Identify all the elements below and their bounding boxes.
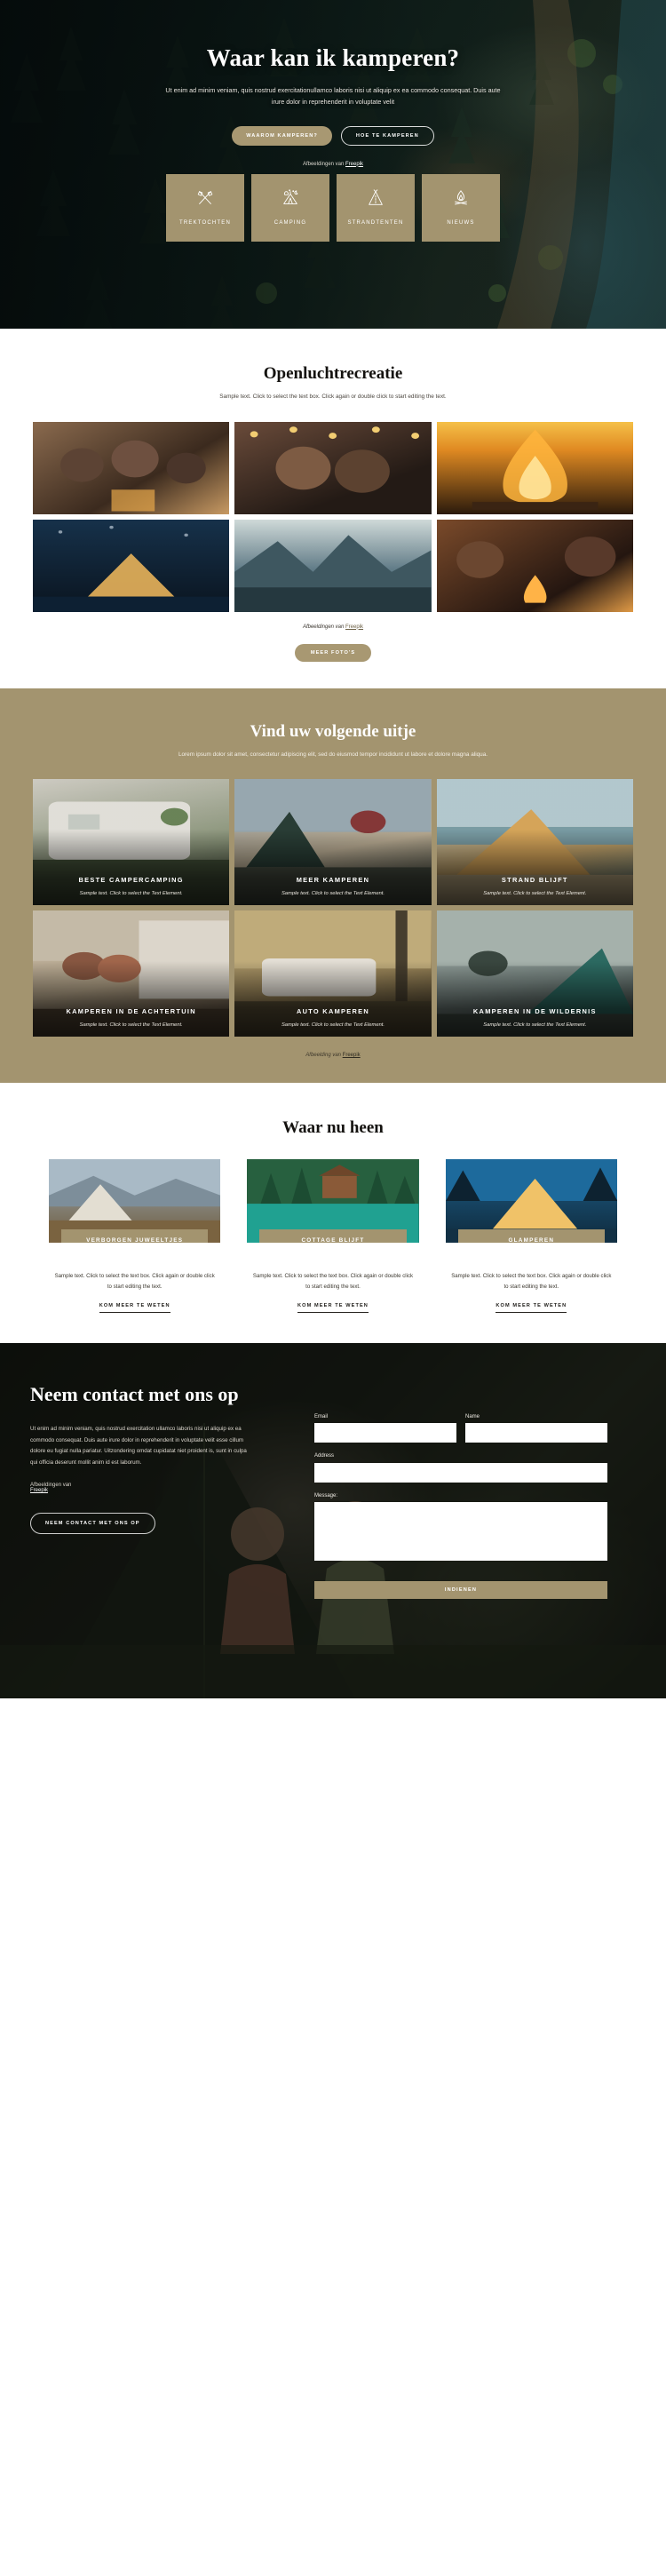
campfire-icon (451, 188, 471, 212)
where-card-grid: VERBORGEN JUWEELTJES Websites in opkomst… (49, 1159, 617, 1313)
trip-card-desc: Sample text. Click to select the Text El… (281, 1022, 385, 1029)
where-card-text: Sample text. Click to select the text bo… (54, 1273, 215, 1290)
trip-card-title: MEER KAMPEREN (296, 875, 370, 884)
where-card-link[interactable]: KOM MEER TE WETEN (99, 1303, 170, 1313)
hero-title: Waar kan ik kamperen? (206, 44, 460, 71)
category-nav: TREKTOCHTEN CAMPING STRANDTENTEN NIEUWS (0, 174, 666, 242)
where-to-go-section: Waar nu heen VERBORGEN JUWEELTJES Websit… (0, 1083, 666, 1343)
trip-card-title: STRAND BLIJFT (501, 875, 568, 884)
nav-card-nieuws[interactable]: NIEUWS (422, 174, 500, 242)
trip-card-title: KAMPEREN IN DE ACHTERTUIN (66, 1006, 196, 1015)
address-label: Address (314, 1453, 335, 1459)
where-card-text: Sample text. Click to select the text bo… (252, 1273, 414, 1290)
nav-card-trektochten[interactable]: TREKTOCHTEN (166, 174, 244, 242)
submit-button[interactable]: INDIENEN (314, 1580, 607, 1599)
nav-card-label: NIEUWS (447, 220, 475, 227)
hero-image-credit: Afbeeldingen van Freepik (0, 162, 666, 167)
contact-section: Neem contact met ons op Ut enim ad minim… (0, 1342, 666, 1698)
gallery-image-credit: Afbeeldingen van Freepik (0, 624, 666, 630)
trip-card[interactable]: BESTE CAMPERCAMPING Sample text. Click t… (33, 779, 230, 906)
contact-paragraph: Ut enim ad minim veniam, quis nostrud ex… (30, 1426, 247, 1466)
photo-grid (33, 421, 633, 612)
nav-card-label: CAMPING (274, 220, 307, 227)
where-title: Waar nu heen (282, 1118, 384, 1138)
why-camping-button[interactable]: WAAROM KAMPEREN? (232, 125, 332, 146)
contact-form: Email Name Address Message: INDIENEN (314, 1382, 607, 1599)
gallery-credit-prefix: Afbeeldingen van (302, 624, 346, 630)
gallery-subtitle: Sample text. Click to select the text bo… (219, 394, 447, 400)
where-card-link[interactable]: KOM MEER TE WETEN (297, 1303, 369, 1313)
where-card-image: COTTAGE BLIJFT Onze topkeuzes (247, 1159, 419, 1244)
trip-card-grid: BESTE CAMPERCAMPING Sample text. Click t… (33, 779, 633, 1038)
where-card-badge: VERBORGEN JUWEELTJES Websites in opkomst (61, 1228, 209, 1244)
email-field[interactable] (314, 1423, 456, 1443)
trip-card[interactable]: STRAND BLIJFT Sample text. Click to sele… (436, 779, 633, 906)
where-badge-title: COTTAGE BLIJFT (301, 1236, 365, 1244)
find-credit-prefix: Afbeelding van (305, 1053, 343, 1059)
how-to-camp-button[interactable]: HOE TE KAMPEREN (340, 125, 434, 146)
gallery-photo[interactable] (234, 421, 432, 514)
gallery-photo[interactable] (436, 421, 633, 514)
gallery-title: Openluchtrecreatie (263, 364, 403, 383)
where-card-link[interactable]: KOM MEER TE WETEN (496, 1303, 567, 1313)
gallery-photo[interactable] (33, 519, 230, 612)
trip-card-title: KAMPEREN IN DE WILDERNIS (472, 1006, 597, 1015)
trip-card-desc: Sample text. Click to select the Text El… (483, 891, 587, 897)
email-label: Email (314, 1413, 329, 1419)
where-card-image: VERBORGEN JUWEELTJES Websites in opkomst (49, 1159, 221, 1244)
gallery-photo[interactable] (436, 519, 633, 612)
hero-subtitle: Ut enim ad minim veniam, quis nostrud ex… (165, 86, 501, 107)
tent-night-icon (281, 188, 300, 212)
teepee-icon (366, 188, 385, 212)
landing-page: Waar kan ik kamperen? Ut enim ad minim v… (0, 0, 666, 2576)
trip-card[interactable]: KAMPEREN IN DE WILDERNIS Sample text. Cl… (436, 910, 633, 1038)
more-photos-button[interactable]: MEER FOTO'S (294, 643, 372, 662)
outdoor-recreation-section: Openluchtrecreatie Sample text. Click to… (0, 329, 666, 662)
trip-card-title: BESTE CAMPERCAMPING (78, 875, 184, 884)
where-badge-title: GLAMPEREN (508, 1236, 555, 1244)
nav-card-strandtenten[interactable]: STRANDTENTEN (337, 174, 415, 242)
trip-card[interactable]: AUTO KAMPEREN Sample text. Click to sele… (234, 910, 432, 1038)
address-field[interactable] (314, 1462, 607, 1483)
name-field[interactable] (465, 1423, 607, 1443)
contact-title: Neem contact met ons op (30, 1382, 239, 1405)
find-next-trip-section: Vind uw volgende uitje Lorem ipsum dolor… (0, 688, 666, 1084)
nav-card-label: STRANDTENTEN (347, 220, 404, 227)
where-card-badge: GLAMPEREN Oefening ullamco (457, 1228, 605, 1244)
contact-image-credit: Afbeeldingen van Freepik (30, 1483, 297, 1493)
where-card[interactable]: VERBORGEN JUWEELTJES Websites in opkomst… (49, 1159, 221, 1313)
trip-card-desc: Sample text. Click to select the Text El… (79, 891, 183, 897)
trip-card[interactable]: MEER KAMPEREN Sample text. Click to sele… (234, 779, 432, 906)
contact-credit-link[interactable]: Freepik (30, 1488, 297, 1493)
trip-card-desc: Sample text. Click to select the Text El… (79, 1022, 183, 1029)
where-card-text: Sample text. Click to select the text bo… (451, 1273, 612, 1290)
hero-credit-link[interactable]: Freepik (345, 162, 363, 167)
trip-card-desc: Sample text. Click to select the Text El… (483, 1022, 587, 1029)
hero-section: Waar kan ik kamperen? Ut enim ad minim v… (0, 0, 666, 329)
gallery-photo[interactable] (234, 519, 432, 612)
find-credit-link[interactable]: Freepik (343, 1053, 361, 1058)
find-title: Vind uw volgende uitje (250, 721, 416, 741)
where-card[interactable]: GLAMPEREN Oefening ullamco Sample text. … (445, 1159, 617, 1313)
contact-cta-button[interactable]: NEEM CONTACT MET ONS OP (30, 1512, 155, 1534)
trip-card[interactable]: KAMPEREN IN DE ACHTERTUIN Sample text. C… (33, 910, 230, 1038)
gallery-photo[interactable] (33, 421, 230, 514)
where-card-badge: COTTAGE BLIJFT Onze topkeuzes (259, 1228, 407, 1244)
hero-credit-prefix: Afbeeldingen van (302, 161, 346, 167)
trip-card-desc: Sample text. Click to select the Text El… (281, 891, 385, 897)
find-subtitle: Lorem ipsum dolor sit amet, consectetur … (178, 751, 488, 758)
nav-card-camping[interactable]: CAMPING (251, 174, 329, 242)
message-label: Message: (314, 1492, 338, 1499)
find-image-credit: Afbeelding van Freepik (0, 1053, 666, 1058)
where-badge-title: VERBORGEN JUWEELTJES (86, 1236, 184, 1244)
name-label: Name (465, 1413, 480, 1419)
hero-button-group: WAAROM KAMPEREN? HOE TE KAMPEREN (0, 125, 666, 146)
where-card-image: GLAMPEREN Oefening ullamco (445, 1159, 617, 1244)
nav-card-label: TREKTOCHTEN (178, 220, 232, 227)
where-card[interactable]: COTTAGE BLIJFT Onze topkeuzes Sample tex… (247, 1159, 419, 1313)
crossed-axes-icon (195, 188, 215, 212)
gallery-credit-link[interactable]: Freepik (345, 624, 363, 630)
trip-card-title: AUTO KAMPEREN (296, 1006, 370, 1015)
message-field[interactable] (314, 1501, 607, 1561)
